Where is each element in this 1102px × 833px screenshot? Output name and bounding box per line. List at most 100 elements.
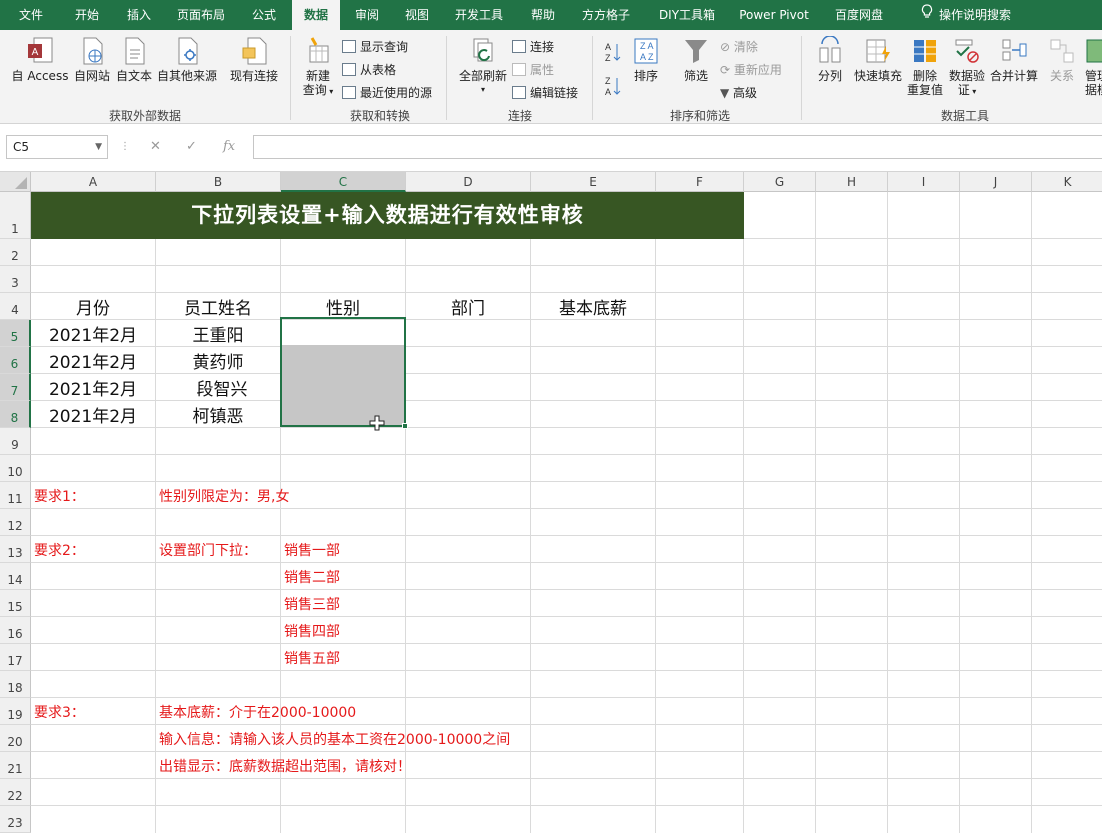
- clear-filter-button[interactable]: ⊘ 清除: [720, 38, 758, 55]
- tab-baidu-netdisk[interactable]: 百度网盘: [824, 0, 894, 30]
- column-header-j[interactable]: J: [960, 172, 1032, 192]
- row-header-17[interactable]: 17: [0, 644, 31, 671]
- column-header-g[interactable]: G: [744, 172, 816, 192]
- text-to-columns-button[interactable]: 分列: [812, 35, 848, 83]
- tab-help[interactable]: 帮助: [520, 0, 566, 30]
- req3-line[interactable]: 基本底薪：介于在2000-10000: [159, 702, 356, 722]
- row-header-21[interactable]: 21: [0, 752, 31, 779]
- row-header-22[interactable]: 22: [0, 779, 31, 806]
- insert-function-icon[interactable]: fx: [223, 135, 235, 159]
- row-header-16[interactable]: 16: [0, 617, 31, 644]
- tab-tell-me[interactable]: 操作说明搜索: [906, 0, 1026, 30]
- advanced-filter-button[interactable]: ▼ 高级: [720, 84, 757, 101]
- tab-file[interactable]: 文件: [6, 0, 56, 30]
- fill-handle[interactable]: [402, 423, 408, 429]
- row-header-23[interactable]: 23: [0, 806, 31, 833]
- column-header-d[interactable]: D: [406, 172, 531, 192]
- row-header-7[interactable]: 7: [0, 374, 31, 401]
- cell-name[interactable]: 段智兴: [160, 375, 284, 400]
- column-header-b[interactable]: B: [156, 172, 281, 192]
- select-all-corner[interactable]: [0, 172, 31, 192]
- formula-input[interactable]: [253, 135, 1102, 159]
- row-header-6[interactable]: 6: [0, 347, 31, 374]
- existing-connections-button[interactable]: 现有连接: [226, 36, 282, 83]
- enter-icon[interactable]: ✓: [186, 135, 197, 159]
- tab-developer[interactable]: 开发工具: [446, 0, 512, 30]
- department-option[interactable]: 销售三部: [284, 594, 340, 614]
- row-header-20[interactable]: 20: [0, 725, 31, 752]
- sort-button[interactable]: Z AA Z 排序: [628, 36, 664, 83]
- remove-duplicates-button[interactable]: 删除 重复值: [905, 36, 945, 97]
- column-header-c[interactable]: C: [281, 172, 406, 192]
- req2-label[interactable]: 要求2：: [34, 540, 85, 560]
- flash-fill-button[interactable]: 快速填充: [852, 36, 904, 83]
- cell-month[interactable]: 2021年2月: [31, 375, 155, 400]
- req3-label[interactable]: 要求3：: [34, 702, 85, 722]
- edit-links-button[interactable]: 编辑链接: [512, 84, 578, 101]
- header-employee-name[interactable]: 员工姓名: [156, 294, 280, 319]
- relationships-button[interactable]: 关系: [1044, 36, 1080, 83]
- column-header-i[interactable]: I: [888, 172, 960, 192]
- sort-descending-button[interactable]: ZA: [604, 74, 622, 101]
- tab-home[interactable]: 开始: [62, 0, 112, 30]
- cell-name[interactable]: 王重阳: [156, 321, 280, 346]
- tab-page-layout[interactable]: 页面布局: [168, 0, 234, 30]
- cell-month[interactable]: 2021年2月: [31, 348, 155, 373]
- tab-diy-toolbox[interactable]: DIY工具箱: [648, 0, 726, 30]
- reapply-button[interactable]: ⟳ 重新应用: [720, 61, 782, 78]
- req1-text[interactable]: 性别列限定为：男,女: [159, 486, 289, 506]
- department-option[interactable]: 销售四部: [284, 621, 340, 641]
- column-header-f[interactable]: F: [656, 172, 744, 192]
- connections-button[interactable]: 连接: [512, 38, 554, 55]
- filter-button[interactable]: 筛选: [678, 36, 714, 83]
- cell-month[interactable]: 2021年2月: [31, 402, 155, 427]
- row-header-14[interactable]: 14: [0, 563, 31, 590]
- row-header-8[interactable]: 8: [0, 401, 31, 428]
- req3-line[interactable]: 出错显示：底薪数据超出范围，请核对！: [159, 756, 411, 776]
- cell-name[interactable]: 黄药师: [156, 348, 280, 373]
- tab-data[interactable]: 数据: [292, 0, 340, 30]
- row-header-12[interactable]: 12: [0, 509, 31, 536]
- department-option[interactable]: 销售五部: [284, 648, 340, 668]
- from-access-button[interactable]: A 自 Access: [10, 36, 70, 83]
- row-header-11[interactable]: 11: [0, 482, 31, 509]
- recent-sources-button[interactable]: 最近使用的源: [342, 84, 432, 101]
- row-header-1[interactable]: 1: [0, 192, 31, 239]
- column-header-k[interactable]: K: [1032, 172, 1102, 192]
- row-header-9[interactable]: 9: [0, 428, 31, 455]
- header-gender[interactable]: 性别: [281, 294, 405, 319]
- cancel-icon[interactable]: ✕: [150, 135, 161, 159]
- name-box[interactable]: C5 ▼: [6, 135, 108, 159]
- sort-ascending-button[interactable]: AZ: [604, 40, 622, 67]
- req2-text[interactable]: 设置部门下拉：: [159, 540, 257, 560]
- tab-formulas[interactable]: 公式: [240, 0, 288, 30]
- row-header-3[interactable]: 3: [0, 266, 31, 293]
- properties-button[interactable]: 属性: [512, 61, 554, 78]
- new-query-button[interactable]: 新建 查询 ▾: [298, 36, 338, 99]
- row-header-19[interactable]: 19: [0, 698, 31, 725]
- tab-review[interactable]: 审阅: [344, 0, 390, 30]
- row-header-4[interactable]: 4: [0, 293, 31, 320]
- column-header-h[interactable]: H: [816, 172, 888, 192]
- sheet-title[interactable]: 下拉列表设置+输入数据进行有效性审核: [31, 192, 744, 239]
- tab-fangfang[interactable]: 方方格子: [572, 0, 640, 30]
- cell-name[interactable]: 柯镇恶: [156, 402, 280, 427]
- req1-label[interactable]: 要求1：: [34, 486, 85, 506]
- column-header-e[interactable]: E: [531, 172, 656, 192]
- row-header-2[interactable]: 2: [0, 239, 31, 266]
- row-header-18[interactable]: 18: [0, 671, 31, 698]
- header-month[interactable]: 月份: [31, 294, 155, 319]
- from-table-button[interactable]: 从表格: [342, 61, 396, 78]
- row-header-15[interactable]: 15: [0, 590, 31, 617]
- consolidate-button[interactable]: 合并计算: [988, 36, 1040, 83]
- from-other-sources-button[interactable]: 自其他来源: [156, 36, 218, 83]
- cell-month[interactable]: 2021年2月: [31, 321, 155, 346]
- tab-power-pivot[interactable]: Power Pivot: [732, 0, 816, 30]
- manage-data-model-button[interactable]: 管理 据模: [1084, 36, 1102, 97]
- department-option[interactable]: 销售一部: [284, 540, 340, 560]
- tab-view[interactable]: 视图: [394, 0, 440, 30]
- from-web-button[interactable]: 自网站: [72, 36, 112, 83]
- show-queries-button[interactable]: 显示查询: [342, 38, 408, 55]
- column-header-a[interactable]: A: [31, 172, 156, 192]
- row-header-13[interactable]: 13: [0, 536, 31, 563]
